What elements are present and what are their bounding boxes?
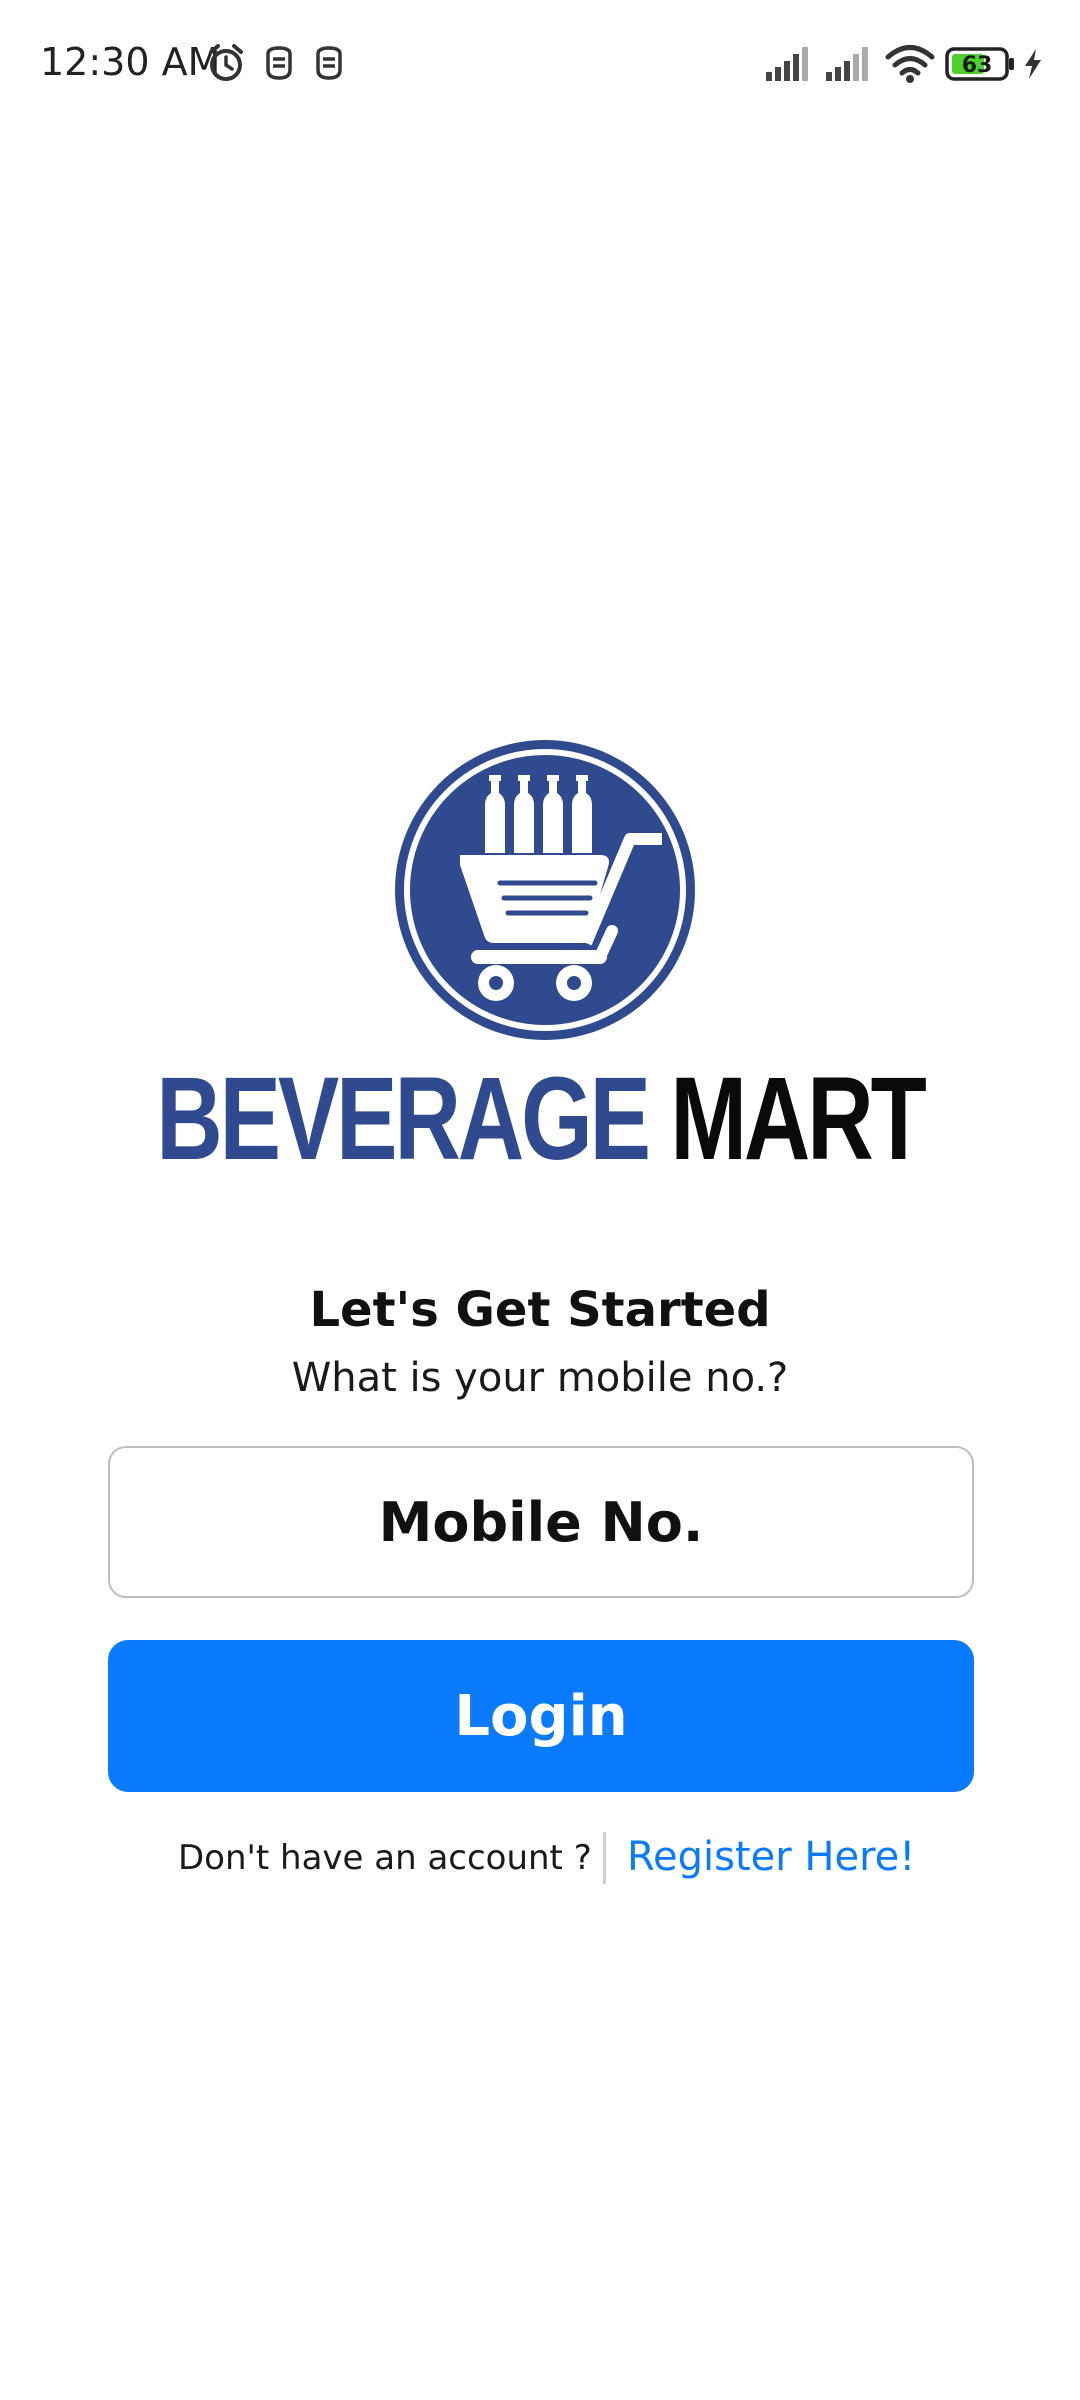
wifi-icon <box>885 45 935 83</box>
no-account-text: Don't have an account ? <box>178 1838 592 1878</box>
login-screen: 12:30 AM 63 BEVERAGE MART Let's Get Star… <box>0 0 1080 2400</box>
alarm-icon <box>209 44 243 81</box>
login-button[interactable]: Login <box>108 1640 974 1792</box>
page-subtitle: What is your mobile no.? <box>291 1355 789 1401</box>
brand-name: BEVERAGE MART <box>119 1060 961 1178</box>
charging-icon <box>1025 49 1041 79</box>
status-bar: 12:30 AM 63 <box>0 0 1080 130</box>
page-title: Let's Get Started <box>309 1282 771 1338</box>
signal-icon <box>766 47 808 81</box>
register-prompt: Don't have an account ? Register Here! <box>0 1832 1080 1888</box>
brand-name-part1: BEVERAGE <box>156 1053 651 1185</box>
signal-icon <box>826 47 868 81</box>
brand-logo: BEVERAGE MART <box>0 735 1080 1178</box>
notification-icon <box>316 46 342 80</box>
register-link[interactable]: Register Here! <box>627 1834 915 1880</box>
divider <box>603 1832 606 1884</box>
notification-icon <box>266 46 292 80</box>
mobile-number-input[interactable] <box>108 1446 974 1598</box>
status-time: 12:30 AM <box>40 40 221 84</box>
svg-text:63: 63 <box>962 53 993 78</box>
battery-icon: 63 <box>945 47 1014 81</box>
brand-name-part2: MART <box>670 1053 926 1185</box>
shopping-cart-logo-icon <box>395 740 695 1040</box>
